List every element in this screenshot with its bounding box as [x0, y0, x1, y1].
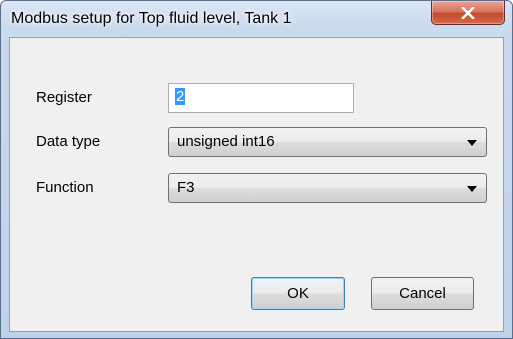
window-title: Modbus setup for Top fluid level, Tank 1 — [11, 10, 292, 27]
ok-button[interactable]: OK — [251, 277, 345, 310]
function-label: Function — [36, 179, 94, 196]
dropdown-arrow-icon — [467, 140, 477, 146]
data-type-dropdown[interactable]: unsigned int16 — [168, 127, 487, 157]
dialog-client-area: Register 2 Data type unsigned int16 Func… — [9, 37, 504, 332]
data-type-selected: unsigned int16 — [177, 133, 275, 150]
dialog-window: Modbus setup for Top fluid level, Tank 1… — [0, 0, 513, 339]
data-type-label: Data type — [36, 133, 101, 150]
register-input[interactable]: 2 — [168, 83, 354, 113]
register-input-value: 2 — [175, 88, 186, 105]
function-dropdown[interactable]: F3 — [168, 173, 487, 203]
cancel-button[interactable]: Cancel — [371, 277, 474, 310]
register-label: Register — [36, 89, 92, 106]
function-selected: F3 — [177, 179, 195, 196]
close-x-icon — [461, 6, 475, 19]
dropdown-arrow-icon — [467, 186, 477, 192]
close-button[interactable] — [431, 1, 505, 25]
title-bar[interactable]: Modbus setup for Top fluid level, Tank 1 — [1, 1, 512, 37]
